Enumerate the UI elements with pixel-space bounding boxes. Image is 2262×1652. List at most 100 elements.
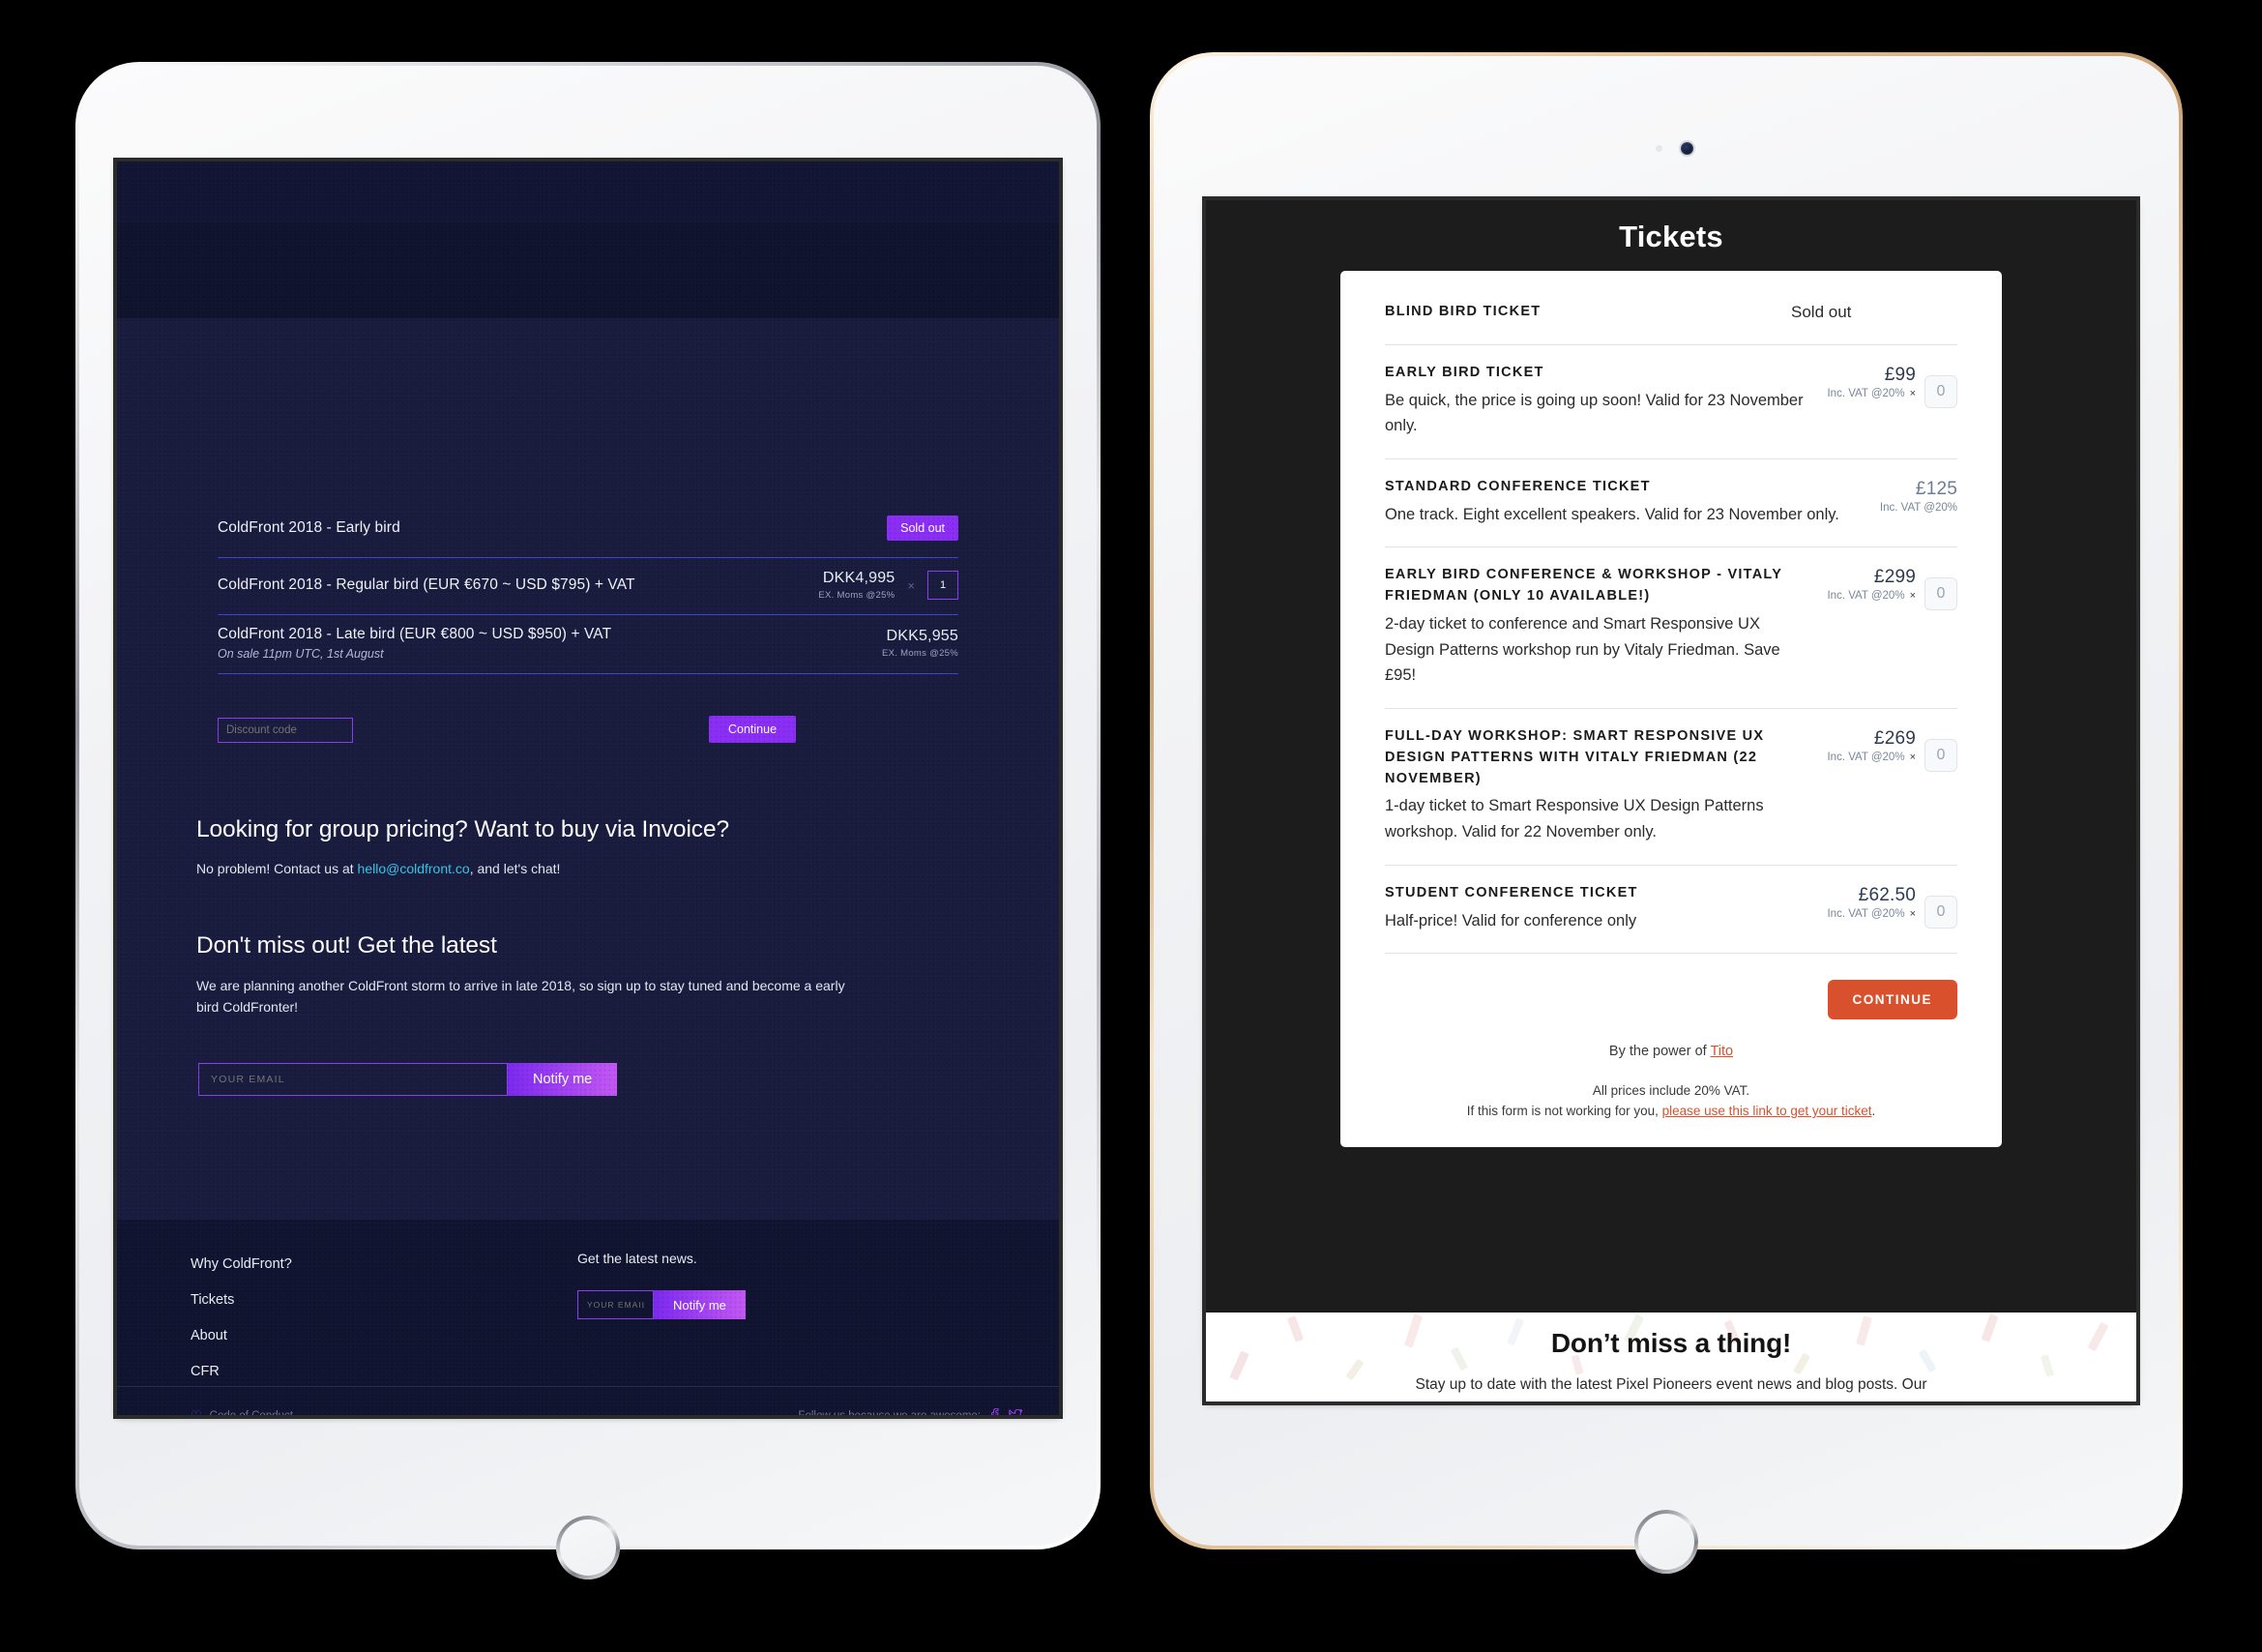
vat-label: Inc. VAT @20% (1827, 590, 1905, 603)
contact-email-link[interactable]: hello@coldfront.co (358, 861, 470, 876)
teaser-body: Stay up to date with the latest Pixel Pi… (1415, 1376, 1927, 1393)
ticket-row: EARLY BIRD CONFERENCE & WORKSHOP - VITAL… (1385, 547, 1957, 710)
home-button[interactable] (556, 1516, 620, 1579)
multiply-icon: × (1909, 907, 1916, 920)
multiply-icon: × (1909, 387, 1916, 399)
site-footer: Why ColdFront? Tickets About CFR Get the… (117, 1220, 1059, 1415)
fallback-suffix: . (1871, 1104, 1876, 1119)
ambient-sensor-icon (1656, 145, 1662, 152)
vat-note: All prices include 20% VAT. (1592, 1083, 1750, 1099)
ticket-vat-note: Inc. VAT @20% × (1827, 590, 1916, 602)
teaser-heading: Don’t miss a thing! (1550, 1328, 1792, 1358)
ticket-price: £125 (1915, 478, 1957, 499)
sidebar-item-tickets[interactable]: Tickets (191, 1292, 292, 1308)
ticket-price: DKK4,995 (822, 570, 896, 586)
tablet-device-silver: ColdFront 2018 - Early bird Sold out Col… (75, 62, 1101, 1579)
ticket-name: EARLY BIRD TICKET (1385, 364, 1544, 380)
home-button[interactable] (1634, 1510, 1698, 1574)
table-row: ColdFront 2018 - Early bird Sold out (218, 512, 958, 558)
fine-print: By the power of Tito All prices include … (1385, 1019, 1957, 1147)
code-of-conduct-link[interactable]: ♡ Code of Conduct (191, 1408, 293, 1415)
fallback-prefix: If this form is not working for you, (1466, 1104, 1662, 1119)
sidebar-item-why-coldfront[interactable]: Why ColdFront? (191, 1256, 292, 1272)
table-row: ColdFront 2018 - Regular bird (EUR €670 … (218, 558, 958, 615)
group-pricing-heading: Looking for group pricing? Want to buy v… (196, 816, 730, 842)
discount-code-input[interactable] (218, 718, 353, 743)
fallback-note: If this form is not working for you, ple… (1385, 1104, 1957, 1147)
ticket-price: £299 (1873, 567, 1916, 588)
newsletter-heading: Don't miss out! Get the latest (196, 932, 497, 959)
ticket-vat-note: Inc. VAT @20% × (1827, 388, 1916, 399)
ticket-title: ColdFront 2018 - Late bird (EUR €800 ~ U… (218, 626, 612, 642)
screen-left: ColdFront 2018 - Early bird Sold out Col… (117, 162, 1059, 1415)
pixel-pioneers-page: Tickets BLIND BIRD TICKET Sold out EARLY… (1206, 200, 2136, 1401)
ticket-row: STUDENT CONFERENCE TICKET Half-price! Va… (1385, 866, 1957, 955)
ticket-name: STUDENT CONFERENCE TICKET (1385, 884, 1638, 900)
powered-by-prefix: By the power of (1608, 1044, 1711, 1060)
status-badge: Sold out (887, 516, 958, 541)
follow-us-label: Follow us because we are awesome: (798, 1410, 981, 1416)
ticket-price-block: DKK4,995 EX. Moms @25% (818, 570, 895, 601)
footer-email-input[interactable] (577, 1290, 654, 1319)
multiply-icon: × (1909, 590, 1916, 603)
footer-nav: Why ColdFront? Tickets About CFR (191, 1256, 292, 1400)
ticket-name: BLIND BIRD TICKET (1385, 304, 1542, 319)
quantity-input[interactable] (1924, 577, 1957, 611)
ticket-price: £62.50 (1858, 884, 1916, 905)
ticket-description: Half-price! Valid for conference only (1385, 911, 1637, 929)
quantity-input[interactable] (1924, 374, 1957, 408)
ticket-price-block: DKK5,955 EX. Moms @25% (882, 628, 958, 659)
newsletter-body: We are planning another ColdFront storm … (196, 978, 845, 1015)
ticket-vat-note: Inc. VAT @20% × (1827, 752, 1916, 763)
screen-right: Tickets BLIND BIRD TICKET Sold out EARLY… (1206, 200, 2136, 1401)
continue-button[interactable]: Continue (709, 716, 797, 743)
tablet-device-gold: Tickets BLIND BIRD TICKET Sold out EARLY… (1150, 52, 2183, 1574)
table-row: ColdFront 2018 - Late bird (EUR €800 ~ U… (218, 615, 958, 674)
ticket-widget-card: BLIND BIRD TICKET Sold out EARLY BIRD TI… (1340, 271, 2002, 1148)
ticket-price: DKK5,955 (886, 628, 958, 644)
footer-notify-button[interactable]: Notify me (654, 1290, 746, 1319)
ticket-row: EARLY BIRD TICKET Be quick, the price is… (1385, 345, 1957, 459)
code-of-conduct-label: Code of Conduct (210, 1410, 293, 1415)
ticket-description: 2-day ticket to conference and Smart Res… (1385, 614, 1780, 685)
status-badge: Sold out (1791, 303, 1852, 321)
ticket-row-sold-out: BLIND BIRD TICKET Sold out (1385, 302, 1957, 345)
ticket-name: STANDARD CONFERENCE TICKET (1385, 478, 1651, 494)
vat-label: Inc. VAT @20% (1827, 752, 1905, 764)
ticket-vat-note: EX. Moms @25% (818, 590, 896, 601)
ticket-price: £99 (1884, 364, 1916, 385)
ticket-description: One track. Eight excellent speakers. Val… (1385, 505, 1839, 523)
coldfront-page: ColdFront 2018 - Early bird Sold out Col… (117, 162, 1059, 1415)
front-camera-icon (1681, 142, 1693, 155)
facebook-icon[interactable] (989, 1407, 1000, 1415)
group-pricing-body: No problem! Contact us at hello@coldfron… (196, 859, 873, 880)
multiply-icon: × (907, 577, 915, 593)
continue-button[interactable]: CONTINUE (1827, 980, 1957, 1020)
vat-label: Inc. VAT @20% (1827, 387, 1905, 399)
newsletter-teaser-section: Don’t miss a thing! Stay up to date with… (1206, 1313, 2136, 1401)
page-title: Tickets (1619, 220, 1723, 253)
ticket-vat-note: Inc. VAT @20% (1879, 501, 1957, 514)
twitter-icon[interactable] (1009, 1407, 1023, 1415)
quantity-input[interactable] (1924, 895, 1957, 929)
follow-us: Follow us because we are awesome: (798, 1407, 1023, 1416)
ticket-name: EARLY BIRD CONFERENCE & WORKSHOP - VITAL… (1385, 567, 1782, 605)
ticket-description: Be quick, the price is going up soon! Va… (1385, 391, 1804, 435)
quantity-input[interactable] (1924, 739, 1957, 773)
header-band-lower (117, 223, 1059, 318)
header-band-top (117, 162, 1059, 223)
footer-newsletter-label: Get the latest news. (577, 1251, 697, 1266)
sidebar-item-cfr[interactable]: CFR (191, 1364, 292, 1379)
email-input[interactable] (198, 1063, 508, 1096)
group-pricing-section: Looking for group pricing? Want to buy v… (196, 816, 873, 880)
quantity-input[interactable] (927, 571, 958, 600)
tito-link[interactable]: Tito (1710, 1044, 1733, 1059)
fallback-ticket-link[interactable]: please use this link to get your ticket (1662, 1104, 1872, 1118)
group-pricing-text-after: , and let's chat! (469, 861, 561, 876)
footer-bottom-bar: ♡ Code of Conduct Follow us because we a… (117, 1386, 1059, 1415)
multiply-icon: × (1909, 752, 1916, 764)
sidebar-item-about[interactable]: About (191, 1328, 292, 1343)
ticket-row: FULL-DAY WORKSHOP: SMART RESPONSIVE UX D… (1385, 709, 1957, 866)
notify-me-button[interactable]: Notify me (508, 1063, 618, 1096)
ticket-name: FULL-DAY WORKSHOP: SMART RESPONSIVE UX D… (1385, 728, 1765, 786)
